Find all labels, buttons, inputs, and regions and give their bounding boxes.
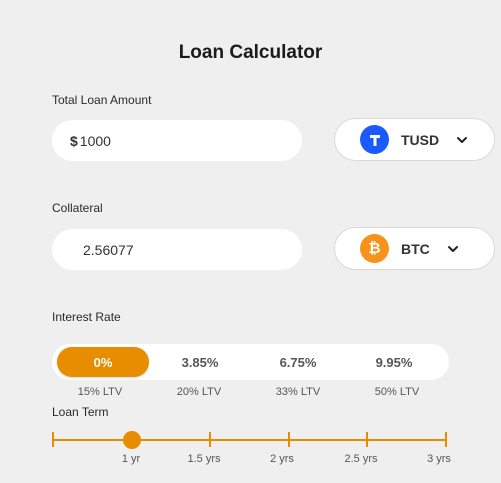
chevron-down-icon [457, 136, 468, 143]
interest-option-3[interactable]: 9.95% [348, 347, 440, 377]
loan-asset-symbol: TUSD [401, 131, 440, 148]
collateral-value: 2.56077 [83, 241, 134, 258]
slider-tick [288, 432, 290, 447]
loan-term-label: Loan Term [52, 405, 109, 419]
slider-tick [52, 432, 54, 447]
interest-option-2[interactable]: 6.75% [252, 347, 344, 377]
slider-thumb[interactable] [123, 431, 141, 449]
interest-rate-label: Interest Rate [52, 310, 121, 324]
page-title: Loan Calculator [178, 42, 323, 63]
slider-tick [209, 432, 211, 447]
loan-asset-selector[interactable]: TUSD [334, 118, 495, 161]
slider-tick [445, 432, 447, 447]
bitcoin-icon: ₿ [360, 234, 389, 263]
chevron-down-icon [447, 245, 458, 252]
loan-amount-value: 1000 [79, 132, 111, 149]
term-label-2: 1.5 yrs [187, 453, 221, 465]
term-label-4: 2.5 yrs [344, 453, 378, 465]
interest-option-0[interactable]: 0% [57, 347, 149, 377]
ltv-label-0: 15% LTV [77, 386, 123, 398]
currency-symbol: $ [70, 132, 78, 149]
interest-rate-selector: 0% 3.85% 6.75% 9.95% [52, 344, 449, 380]
collateral-input[interactable]: 2.56077 [52, 229, 302, 270]
slider-tick [366, 432, 368, 447]
term-label-1: 1 yr [121, 453, 141, 465]
loan-amount-input[interactable]: $ 1000 [52, 120, 302, 161]
collateral-label: Collateral [52, 201, 103, 215]
collateral-asset-selector[interactable]: ₿ BTC [334, 227, 495, 270]
tusd-icon [360, 125, 389, 154]
loan-amount-label: Total Loan Amount [52, 93, 152, 107]
ltv-label-1: 20% LTV [176, 386, 222, 398]
ltv-label-3: 50% LTV [374, 386, 420, 398]
interest-option-1[interactable]: 3.85% [154, 347, 246, 377]
term-label-3: 2 yrs [270, 453, 294, 465]
term-label-5: 3 yrs [427, 453, 451, 465]
collateral-asset-symbol: BTC [401, 240, 430, 257]
loan-term-slider[interactable] [52, 431, 447, 449]
ltv-label-2: 33% LTV [275, 386, 321, 398]
slider-track [52, 439, 447, 441]
